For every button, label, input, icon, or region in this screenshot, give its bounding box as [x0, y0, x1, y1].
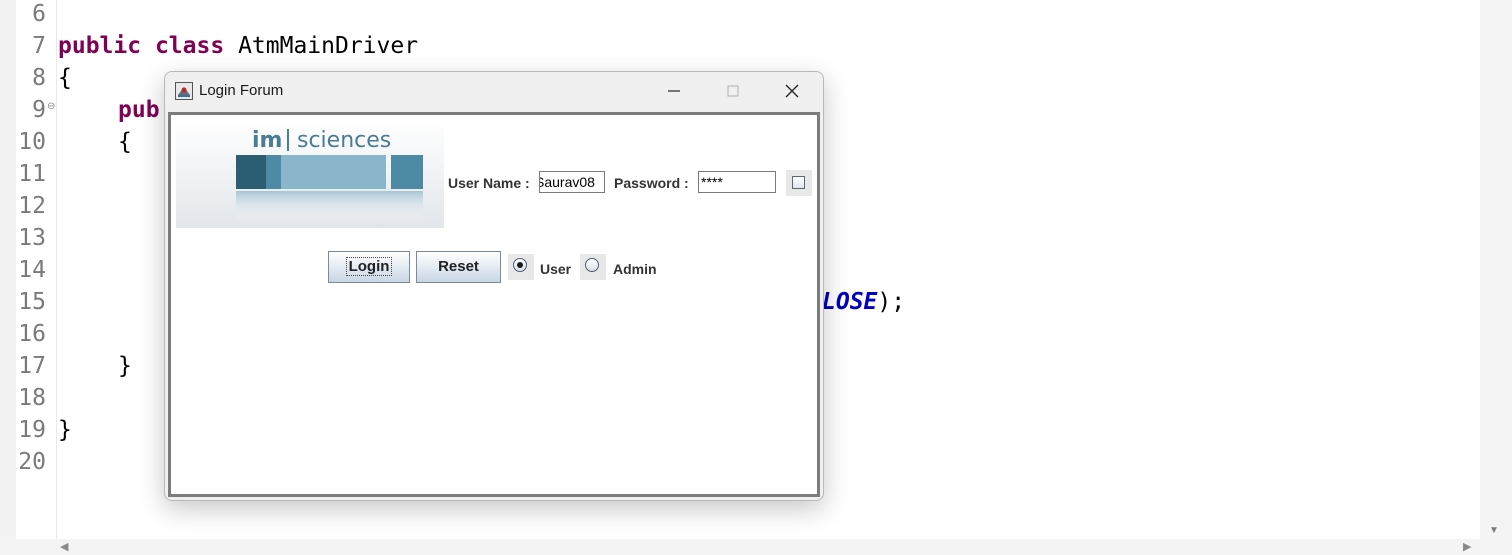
username-input[interactable]: Saurav08	[539, 171, 605, 193]
line-number: 16	[18, 321, 46, 347]
show-password-checkbox[interactable]	[786, 170, 812, 196]
keyword: public	[58, 33, 142, 59]
keyword: pub	[118, 97, 160, 123]
password-label: Password :	[614, 175, 689, 191]
constant: LOSE	[822, 289, 878, 315]
java-app-icon	[175, 82, 193, 100]
dialog-titlebar[interactable]: Login Forum	[165, 72, 823, 110]
username-label: User Name :	[448, 175, 530, 191]
line-number: 7	[32, 33, 46, 59]
code-brace: }	[118, 353, 132, 379]
login-button-label: Login	[345, 257, 393, 276]
code-line-class-decl: public class AtmMainDriver	[58, 30, 418, 62]
code-punctuation: );	[877, 289, 906, 315]
scroll-down-arrow-icon[interactable]: ▼	[1489, 525, 1499, 536]
close-icon	[785, 84, 799, 98]
line-number: 9	[32, 97, 46, 123]
code-line-15-tail: LOSE);	[822, 286, 905, 318]
logo-text-im: im	[252, 128, 282, 153]
close-button[interactable]	[763, 72, 821, 110]
password-input[interactable]: ****	[698, 171, 776, 193]
radio-admin[interactable]	[580, 254, 606, 280]
maximize-icon	[727, 85, 739, 97]
code-brace: }	[58, 417, 72, 443]
code-brace: {	[58, 65, 72, 91]
fold-collapse-icon[interactable]: ⊖	[47, 101, 55, 112]
line-number: 14	[18, 257, 46, 283]
radio-user[interactable]	[508, 254, 534, 280]
editor-left-margin	[0, 0, 16, 555]
line-number: 15	[18, 289, 46, 315]
line-number: 17	[18, 353, 46, 379]
scroll-left-arrow-icon[interactable]: ◀	[60, 540, 68, 553]
line-number: 18	[18, 385, 46, 411]
radio-admin-circle	[585, 258, 599, 272]
line-number: 19	[18, 417, 46, 443]
reset-button[interactable]: Reset	[416, 251, 501, 283]
minimize-icon	[668, 90, 680, 92]
code-method-partial: pub	[118, 94, 160, 126]
code-brace: {	[118, 129, 132, 155]
imsciences-logo: im sciences	[176, 120, 444, 228]
logo-text-sciences: sciences	[297, 128, 391, 153]
checkbox-box	[792, 176, 805, 189]
radio-user-circle	[513, 258, 527, 272]
vertical-scrollbar[interactable]: ▼	[1480, 0, 1512, 540]
line-number: 8	[32, 65, 46, 91]
minimize-button[interactable]	[645, 72, 703, 110]
dialog-title: Login Forum	[199, 82, 284, 99]
keyword: class	[154, 33, 225, 59]
line-number: 10	[18, 129, 46, 155]
class-name: AtmMainDriver	[238, 33, 419, 59]
line-number: 11	[18, 161, 46, 187]
login-button[interactable]: Login	[328, 251, 410, 283]
scroll-right-arrow-icon[interactable]: ▶	[1463, 540, 1471, 553]
line-number: 6	[32, 1, 46, 27]
radio-admin-label[interactable]: Admin	[613, 261, 657, 277]
line-number: 12	[18, 193, 46, 219]
line-number: 20	[18, 449, 46, 475]
radio-user-label[interactable]: User	[540, 261, 571, 277]
login-dialog: Login Forum im sciences User Name: Saur…	[164, 71, 824, 501]
line-number: 13	[18, 225, 46, 251]
dialog-content-panel: im sciences User Name : Saurav08 Passwor…	[168, 112, 820, 497]
maximize-button[interactable]	[704, 72, 762, 110]
horizontal-scrollbar[interactable]: ◀ ▶	[0, 539, 1512, 555]
